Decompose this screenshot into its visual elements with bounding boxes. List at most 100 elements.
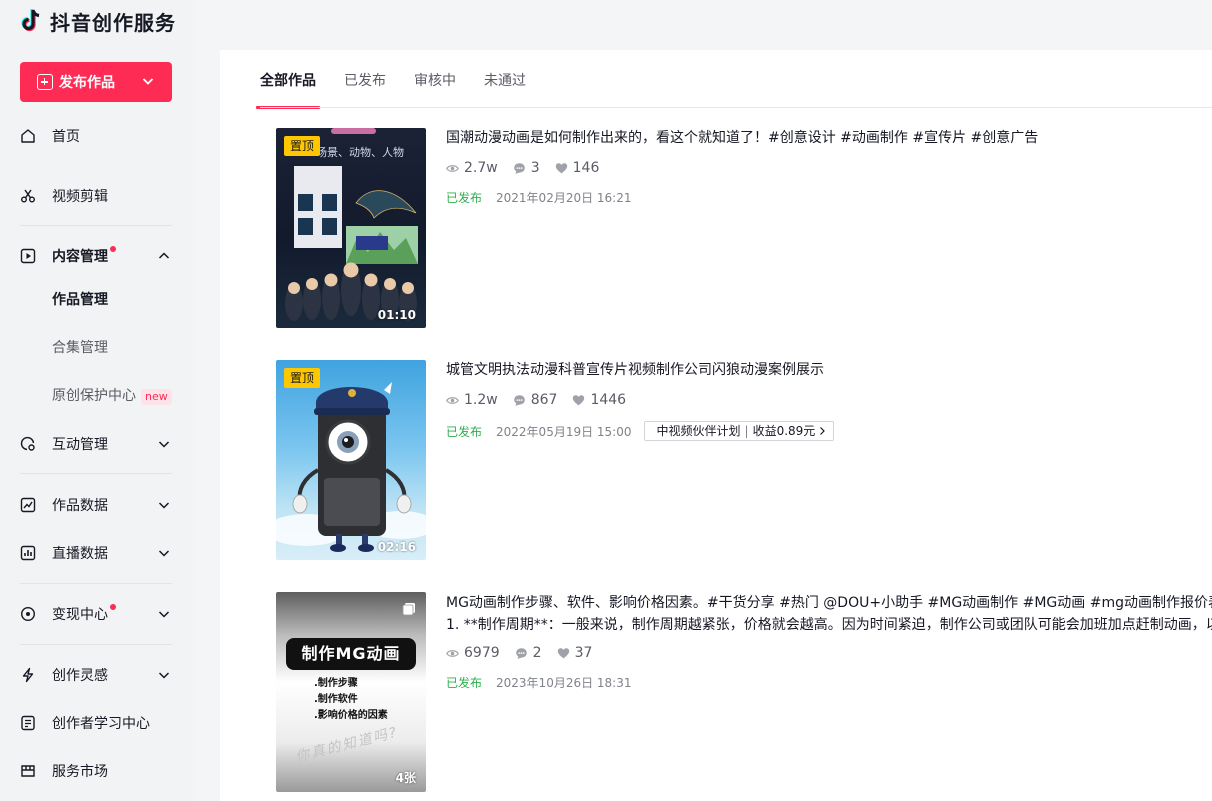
notification-dot (110, 604, 116, 610)
brand[interactable]: 抖音创作服务 (18, 6, 176, 36)
sidebar-item-live-data[interactable]: 直播数据 (20, 541, 172, 565)
work-info: MG动画制作步骤、软件、影响价格因素。#干货分享 #热门 @DOU+小助手 #M… (446, 592, 1212, 691)
work-stats: 6979 2 37 (446, 645, 1212, 661)
comments-count: 2 (532, 645, 542, 661)
sidebar-item-label: 首页 (52, 129, 80, 145)
video-duration: 01:10 (377, 308, 416, 322)
tab-all-works[interactable]: 全部作品 (256, 68, 320, 109)
tabs-divider (260, 107, 1212, 108)
chevron-down-icon[interactable] (141, 74, 155, 88)
views-stat: 2.7w (446, 160, 498, 176)
chevron-down-icon (158, 502, 170, 509)
works-tabs: 全部作品 已发布 审核中 未通过 (256, 68, 554, 109)
sidebar-divider (20, 583, 172, 584)
work-meta: 已发布 2022年05月19日 15:00 中视频伙伴计划 | 收益0.89元 (446, 421, 1212, 441)
thumbnail-points: .制作步骤 .制作软件 .影响价格的因素 (314, 676, 388, 724)
heart-icon (557, 647, 569, 658)
image-set-icon (402, 603, 415, 616)
work-meta: 已发布 2021年02月20日 16:21 (446, 189, 1212, 206)
sidebar-item-label: 变现中心 (52, 607, 108, 623)
sidebar-item-learning-center[interactable]: 创作者学习中心 (20, 711, 172, 735)
comments-stat: 867 (513, 392, 558, 408)
comment-icon (513, 162, 525, 174)
work-thumbnail[interactable]: 制作MG动画 .制作步骤 .制作软件 .影响价格的因素 你真的知道吗? 4张 (276, 592, 426, 792)
likes-stat: 37 (557, 645, 593, 661)
likes-count: 146 (572, 160, 600, 176)
eye-icon (446, 396, 459, 404)
home-icon (21, 129, 35, 143)
views-stat: 1.2w (446, 392, 498, 408)
views-stat: 6979 (446, 645, 500, 661)
likes-stat: 1446 (572, 392, 626, 408)
tiktok-logo-icon (21, 9, 40, 32)
sidebar-item-content-management[interactable]: 内容管理 (20, 244, 172, 268)
publish-time: 2023年10月26日 18:31 (496, 676, 632, 690)
views-count: 1.2w (464, 392, 498, 408)
book-icon (21, 715, 35, 731)
sidebar-item-inspiration[interactable]: 创作灵感 (20, 663, 172, 687)
publish-button-label: 发布作品 (59, 75, 115, 91)
interaction-icon (20, 436, 35, 451)
work-title[interactable]: MG动画制作步骤、软件、影响价格因素。#干货分享 #热门 @DOU+小助手 #M… (446, 592, 1212, 614)
tab-rejected[interactable]: 未通过 (484, 68, 526, 108)
likes-count: 37 (574, 645, 593, 661)
sidebar-subitem-original-protection[interactable]: 原创保护中心 new (52, 386, 172, 406)
lightning-icon (22, 667, 34, 683)
sidebar-item-label: 视频剪辑 (52, 189, 108, 205)
pinned-badge: 置顶 (284, 368, 321, 388)
sidebar-item-home[interactable]: 首页 (20, 124, 172, 148)
chevron-up-icon (158, 252, 170, 259)
chevron-down-icon (158, 550, 170, 557)
work-item: 场景、动物、人物 置顶 01:10 国潮动漫动画是如何制作出来的，看这个就知道了… (276, 128, 1212, 328)
sidebar-item-service-market[interactable]: 服务市场 (20, 759, 172, 783)
sidebar: 抖音创作服务 发布作品 首页 视频剪辑 内容管理 作品管理 合集管理 原创保护中… (0, 0, 196, 801)
publish-time: 2021年02月20日 16:21 (496, 191, 632, 205)
chevron-down-icon (158, 441, 170, 448)
sidebar-subitem-collection-management[interactable]: 合集管理 (52, 338, 108, 358)
comment-icon (515, 647, 527, 659)
work-stats: 2.7w 3 146 (446, 160, 1212, 176)
line-chart-icon (20, 497, 36, 513)
heart-icon (555, 162, 567, 173)
sidebar-item-label: 创作灵感 (52, 668, 108, 684)
pinned-badge: 置顶 (284, 136, 321, 156)
sidebar-item-works-data[interactable]: 作品数据 (20, 493, 172, 517)
thumbnail-point: .制作软件 (314, 694, 358, 705)
work-thumbnail[interactable]: 场景、动物、人物 置顶 01:10 (276, 128, 426, 328)
sidebar-item-label: 作品数据 (52, 498, 108, 514)
target-icon (20, 606, 36, 622)
sidebar-item-video-edit[interactable]: 视频剪辑 (20, 184, 172, 208)
partner-earnings: 收益0.89元 (752, 424, 816, 438)
work-thumbnail[interactable]: 置顶 02:16 (276, 360, 426, 560)
tab-published[interactable]: 已发布 (344, 68, 386, 108)
partner-plan-link[interactable]: 中视频伙伴计划 | 收益0.89元 (643, 421, 835, 441)
sidebar-item-interaction[interactable]: 互动管理 (20, 432, 172, 456)
comment-icon (513, 394, 525, 406)
work-item: 制作MG动画 .制作步骤 .制作软件 .影响价格的因素 你真的知道吗? 4张 M… (276, 592, 1212, 792)
publish-button[interactable]: 发布作品 (20, 62, 172, 102)
main-content: 全部作品 已发布 审核中 未通过 场景、动物、人物 置顶 01:10 国潮动漫动… (220, 50, 1212, 801)
likes-count: 1446 (590, 392, 627, 408)
thumbnail-point: .制作步骤 (314, 678, 358, 689)
shop-icon (21, 765, 35, 777)
sidebar-item-label: 创作者学习中心 (52, 716, 150, 732)
thumbnail-illustration (276, 382, 426, 552)
comments-count: 867 (530, 392, 558, 408)
sidebar-subitem-works-management[interactable]: 作品管理 (52, 290, 108, 310)
tab-under-review[interactable]: 审核中 (414, 68, 456, 108)
comments-count: 3 (530, 160, 540, 176)
work-title[interactable]: 城管文明执法动漫科普宣传片视频制作公司闪狼动漫案例展示 (446, 360, 1212, 380)
sidebar-divider (20, 473, 172, 474)
sidebar-subitem-label: 原创保护中心 (52, 388, 136, 404)
comments-stat: 2 (515, 645, 542, 661)
work-meta: 已发布 2023年10月26日 18:31 (446, 674, 1212, 691)
publish-status: 已发布 (446, 676, 483, 690)
thumbnail-title: 制作MG动画 (286, 638, 416, 670)
heart-icon (573, 394, 585, 405)
publish-time: 2022年05月19日 15:00 (496, 424, 632, 439)
sidebar-item-monetization[interactable]: 变现中心 (20, 602, 172, 626)
work-title[interactable]: 国潮动漫动画是如何制作出来的，看这个就知道了！#创意设计 #动画制作 #宣传片 … (446, 128, 1212, 148)
views-count: 6979 (464, 645, 500, 661)
video-duration: 02:16 (377, 540, 416, 554)
work-info: 城管文明执法动漫科普宣传片视频制作公司闪狼动漫案例展示 1.2w 867 144… (446, 360, 1212, 441)
